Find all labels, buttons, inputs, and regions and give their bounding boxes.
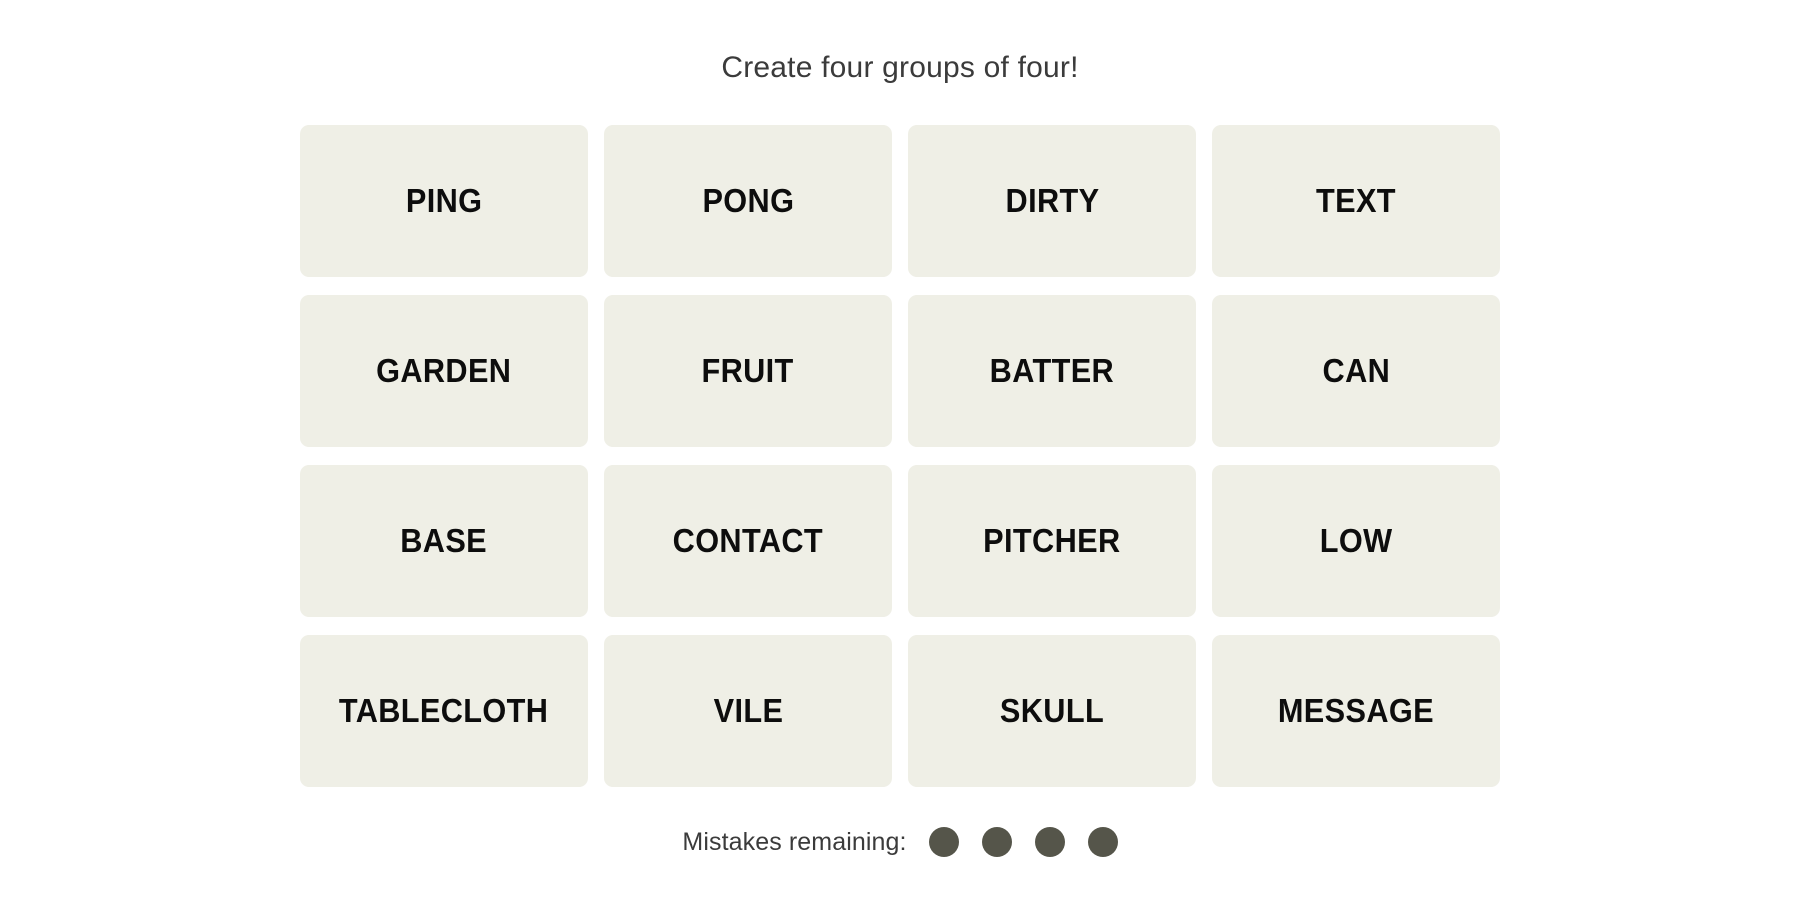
word-tile[interactable]: CONTACT bbox=[604, 465, 892, 617]
word-tile-label: PING bbox=[405, 182, 483, 219]
word-tile-label: LOW bbox=[1319, 522, 1393, 559]
word-tile[interactable]: TABLECLOTH bbox=[300, 635, 588, 787]
word-tile-label: DIRTY bbox=[1005, 182, 1099, 219]
word-tile-label: FRUIT bbox=[701, 352, 795, 389]
mistake-dot bbox=[928, 827, 959, 857]
word-tile-label: TABLECLOTH bbox=[339, 692, 549, 729]
word-tile-label: CONTACT bbox=[672, 522, 824, 559]
word-tile[interactable]: BASE bbox=[300, 465, 588, 617]
word-tile-label: VILE bbox=[713, 692, 783, 729]
word-tile-label: TEXT bbox=[1316, 182, 1396, 219]
mistakes-dot-group bbox=[928, 827, 1118, 857]
word-tile[interactable]: PING bbox=[300, 125, 588, 277]
page-title: Create four groups of four! bbox=[721, 51, 1079, 84]
connections-game: Create four groups of four! PING PONG DI… bbox=[0, 0, 1800, 900]
word-tile[interactable]: MESSAGE bbox=[1212, 635, 1500, 787]
word-tile[interactable]: GARDEN bbox=[300, 295, 588, 447]
mistake-dot bbox=[981, 827, 1012, 857]
word-tile[interactable]: SKULL bbox=[908, 635, 1196, 787]
word-tile-label: SKULL bbox=[999, 692, 1105, 729]
word-tile-label: GARDEN bbox=[376, 352, 512, 389]
word-tile[interactable]: LOW bbox=[1212, 465, 1500, 617]
word-tile-label: PONG bbox=[702, 182, 794, 219]
mistakes-remaining-label: Mistakes remaining: bbox=[682, 827, 907, 856]
word-tile[interactable]: BATTER bbox=[908, 295, 1196, 447]
word-tile[interactable]: PONG bbox=[604, 125, 892, 277]
word-tile[interactable]: CAN bbox=[1212, 295, 1500, 447]
word-tile[interactable]: VILE bbox=[604, 635, 892, 787]
word-tile[interactable]: TEXT bbox=[1212, 125, 1500, 277]
mistakes-remaining-bar: Mistakes remaining: bbox=[682, 827, 1118, 857]
word-tile[interactable]: PITCHER bbox=[908, 465, 1196, 617]
word-tile-label: BASE bbox=[400, 522, 488, 559]
word-tile[interactable]: FRUIT bbox=[604, 295, 892, 447]
word-tile[interactable]: DIRTY bbox=[908, 125, 1196, 277]
word-tile-label: CAN bbox=[1322, 352, 1390, 389]
word-tile-label: BATTER bbox=[989, 352, 1115, 389]
mistake-dot bbox=[1034, 827, 1065, 857]
word-tile-label: PITCHER bbox=[983, 522, 1121, 559]
mistake-dot bbox=[1087, 827, 1118, 857]
word-tile-label: MESSAGE bbox=[1277, 692, 1435, 729]
word-grid: PING PONG DIRTY TEXT GARDEN FRUIT BATTER… bbox=[300, 125, 1500, 787]
